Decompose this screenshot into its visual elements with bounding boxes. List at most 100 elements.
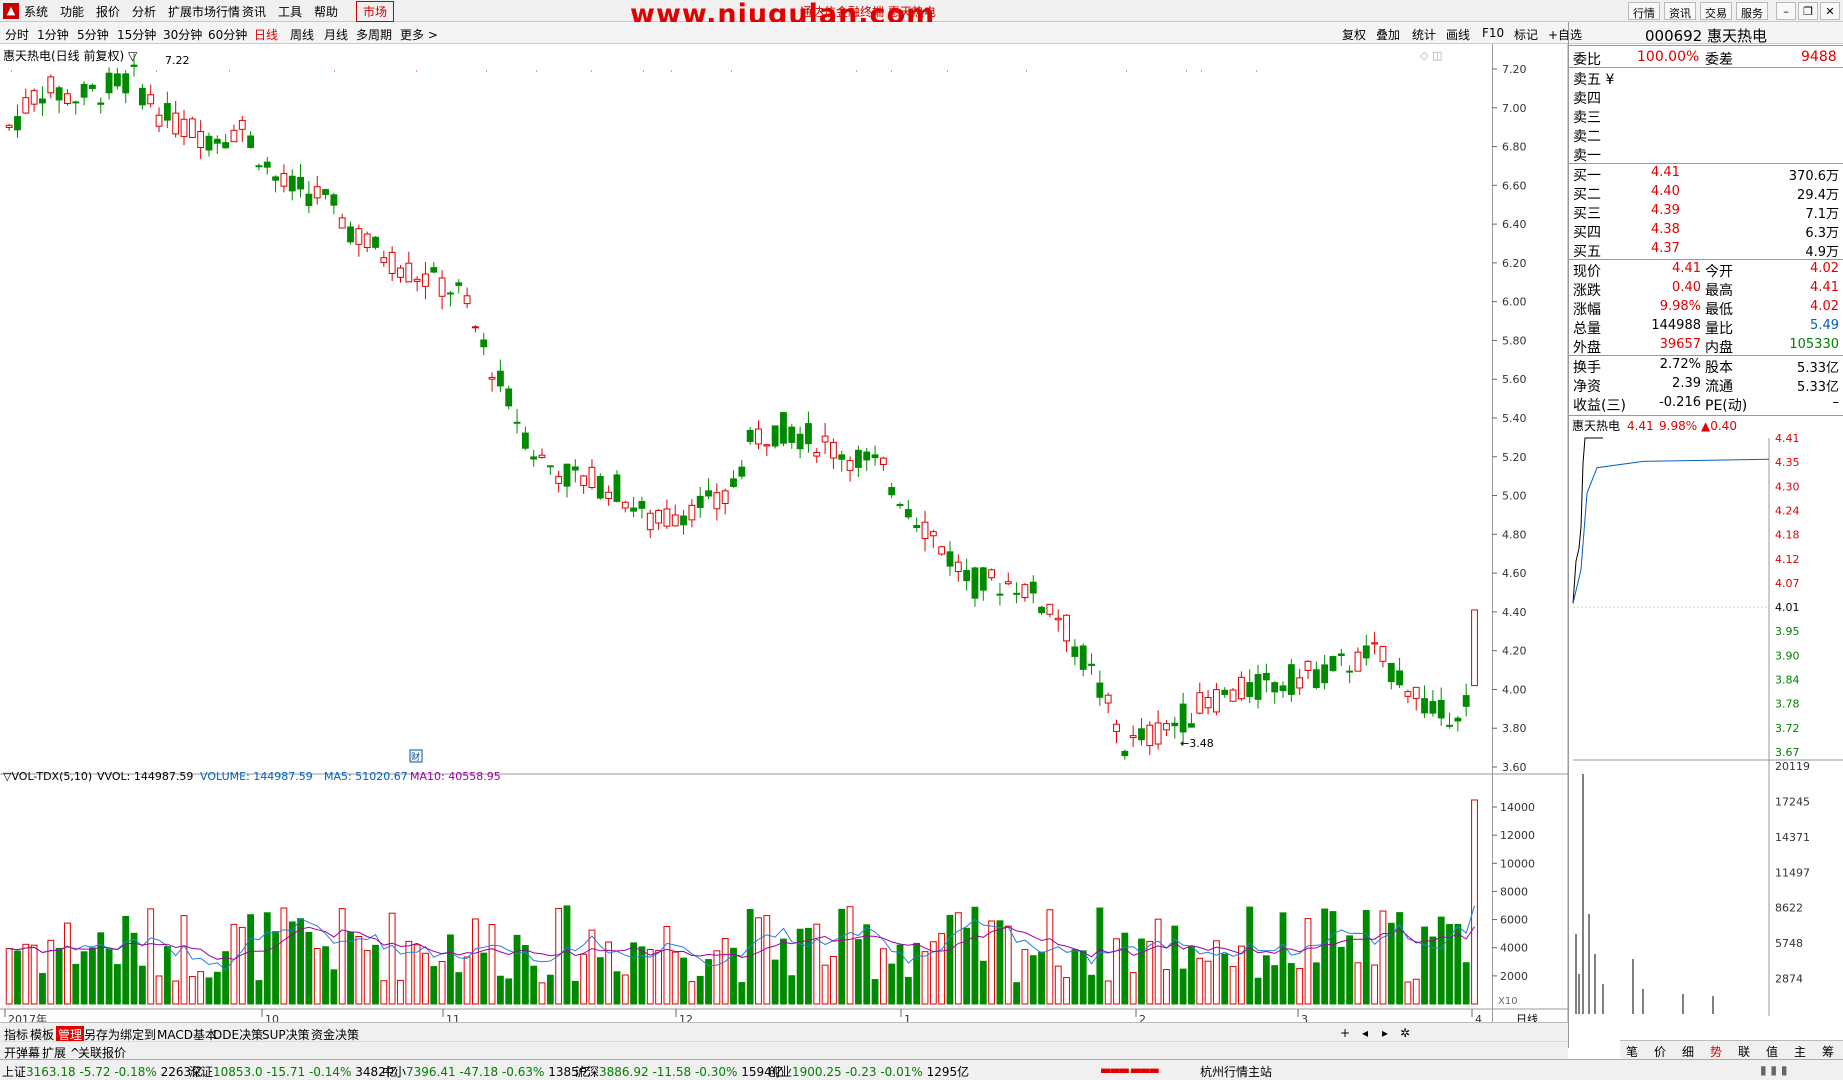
chart-settings-icon[interactable]: ◇ ◫	[1420, 49, 1442, 62]
candle-body	[580, 475, 588, 486]
mini-tab-0[interactable]: 笔	[1626, 1043, 1638, 1060]
menu-system[interactable]: 系统	[24, 3, 48, 20]
bid-price: 4.41	[1651, 165, 1680, 180]
toolbar-mark[interactable]: 标记	[1514, 26, 1538, 43]
candle	[1229, 688, 1237, 702]
volume-bar	[588, 929, 596, 1005]
stat-value: 4.41	[1810, 280, 1839, 295]
restore-icon[interactable]: ❐	[1798, 2, 1818, 20]
toolbar-huaxian[interactable]: 画线	[1446, 26, 1470, 43]
period-15min[interactable]: 15分钟	[117, 26, 156, 43]
period-1min[interactable]: 1分钟	[37, 26, 69, 43]
volume-bar	[5, 948, 13, 1005]
menu-tools[interactable]: 工具	[278, 3, 302, 20]
period-weekly[interactable]: 周线	[290, 26, 314, 43]
candle-body	[546, 465, 554, 468]
candle-body	[738, 466, 746, 477]
bid-level-label: 买五	[1573, 244, 1601, 260]
vvol-label: VVOL: 144987.59	[97, 770, 193, 783]
period-daily[interactable]: 日线	[254, 26, 278, 43]
volume-bar	[380, 980, 388, 1005]
price-tick-label: 5.80	[1502, 334, 1527, 347]
candle-body	[888, 487, 896, 496]
mini-chg: ▲0.40	[1701, 419, 1737, 433]
candle	[780, 412, 787, 447]
scroll-left-icon[interactable]: ◂	[1362, 1026, 1368, 1040]
volume-bar	[996, 920, 1004, 1005]
market-button[interactable]: 市场	[356, 1, 395, 22]
mini-tab-6[interactable]: 主	[1794, 1043, 1806, 1060]
mini-tab-4[interactable]: 联	[1738, 1043, 1750, 1060]
volume-bar	[613, 971, 621, 1005]
volume-bar	[172, 980, 180, 1005]
toolbar-f10[interactable]: F10	[1482, 26, 1504, 40]
toolbar-diejia[interactable]: 叠加	[1376, 26, 1400, 43]
volume-bar	[1221, 953, 1229, 1005]
candle-body	[854, 449, 862, 468]
volume-bar	[630, 942, 638, 1005]
mini-tab-3[interactable]: 势	[1710, 1043, 1722, 1060]
tab-hangqing[interactable]: 行情	[1628, 2, 1660, 20]
gear-icon[interactable]: ✲	[1400, 1026, 1410, 1040]
candle-body	[755, 428, 762, 445]
period-30min[interactable]: 30分钟	[163, 26, 202, 43]
period-monthly[interactable]: 月线	[324, 26, 348, 43]
kline-chart[interactable]: 7.20 7.00 6.80 6.60 6.40 6.20 6.00 5.80 5.60 5.40…	[0, 44, 1568, 1046]
menu-news[interactable]: 资讯	[242, 3, 266, 20]
volume-bar	[1163, 969, 1170, 1005]
candle-body	[1271, 682, 1279, 693]
tab-jiaoyi[interactable]: 交易	[1700, 2, 1732, 20]
mini-price-tick: 4.41	[1775, 432, 1800, 445]
period-60min[interactable]: 60分钟	[208, 26, 247, 43]
mini-tab-2[interactable]: 细	[1682, 1043, 1694, 1060]
period-fenshi[interactable]: 分时	[5, 26, 29, 43]
candle-body	[1404, 691, 1412, 697]
candle-body	[97, 102, 105, 105]
mini-tab-5[interactable]: 值	[1766, 1043, 1778, 1060]
volume-bar	[388, 912, 396, 1005]
candle-body	[680, 515, 687, 526]
menu-function[interactable]: 功能	[60, 3, 84, 20]
period-5min[interactable]: 5分钟	[77, 26, 109, 43]
candle-body	[1196, 692, 1204, 714]
stat-label: 净资	[1573, 379, 1601, 395]
volume-bar	[480, 952, 488, 1005]
volume-bar	[1229, 965, 1237, 1005]
minimize-icon[interactable]: –	[1776, 2, 1796, 20]
candle-body	[921, 521, 929, 539]
candle-body	[163, 103, 171, 121]
close-icon[interactable]: ✕	[1820, 2, 1840, 20]
index-amount: 1295亿	[926, 1065, 970, 1079]
candle-body	[605, 491, 613, 499]
menu-help[interactable]: 帮助	[314, 3, 338, 20]
scroll-right-icon[interactable]: ▸	[1382, 1026, 1388, 1040]
candle-body	[746, 429, 754, 442]
mini-tab-7[interactable]: 筹	[1822, 1043, 1834, 1060]
candle-body	[488, 376, 496, 380]
candle-body	[1237, 676, 1245, 700]
toolbar-fuquan[interactable]: 复权	[1342, 26, 1366, 43]
mini-tab-1[interactable]: 价	[1654, 1043, 1666, 1060]
volume-bar	[1154, 918, 1162, 1005]
candle-body	[530, 456, 538, 460]
tab-fuwu[interactable]: 服务	[1736, 2, 1768, 20]
add-tab-icon[interactable]: +	[1340, 1026, 1350, 1040]
candle-body	[1146, 724, 1154, 747]
period-multi[interactable]: 多周期	[356, 26, 392, 43]
menu-quote[interactable]: 报价	[96, 3, 120, 20]
candle-body	[1013, 592, 1021, 595]
index-value: 3163.18	[26, 1065, 76, 1079]
volume-bar	[505, 978, 513, 1005]
menu-analysis[interactable]: 分析	[132, 3, 156, 20]
volume-bar	[1304, 918, 1312, 1005]
volume-bar	[1038, 951, 1045, 1005]
candle-body	[255, 165, 263, 168]
tab-zixun[interactable]: 资讯	[1664, 2, 1696, 20]
toolbar-tongji[interactable]: 统计	[1412, 26, 1436, 43]
volume-bar	[755, 917, 762, 1005]
bid-volume: 6.3万	[1805, 226, 1839, 241]
candle-body	[963, 570, 971, 582]
period-more[interactable]: 更多 >	[400, 26, 438, 43]
menu-ext-market[interactable]: 扩展市场行情	[168, 3, 240, 20]
intraday-mini-chart[interactable]: 惠天热电 4.41 9.98% ▲0.40 4.41 4.35 4.30 4.24 4.18 4.…	[1569, 416, 1843, 1021]
